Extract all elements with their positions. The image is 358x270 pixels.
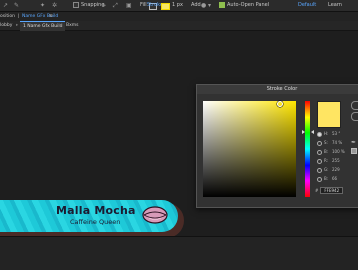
auto-open-label: Auto-Open Panel	[227, 2, 270, 8]
field-r-value[interactable]: 255	[332, 158, 340, 163]
workspace-learn-tab[interactable]: Learn	[328, 0, 342, 11]
comp-nav-next[interactable]: Bxms	[66, 21, 78, 30]
eyedropper-icon[interactable]: ✒	[351, 139, 356, 146]
panel-separator: |	[18, 14, 20, 19]
composition-navigator: lobby ▸ 1 Name Gfx Build ▸ Bxms	[0, 21, 358, 31]
hex-prefix: #	[315, 188, 319, 193]
field-h[interactable]: H: 53 °	[317, 131, 340, 137]
radio-b[interactable]	[317, 149, 322, 155]
radio-r[interactable]	[317, 158, 322, 164]
field-r-label: R:	[324, 158, 329, 163]
stroke-swatch[interactable]	[161, 3, 170, 10]
hue-slider-right-arrow[interactable]	[311, 130, 314, 134]
field-b-label: B:	[324, 149, 329, 154]
ok-button[interactable]	[351, 101, 358, 110]
field-s-value[interactable]: 74 %	[332, 140, 342, 145]
radio-b2[interactable]	[317, 176, 322, 182]
field-g[interactable]: G: 229	[317, 167, 340, 173]
field-s-label: S:	[324, 140, 328, 145]
field-h-value[interactable]: 53 °	[332, 131, 340, 136]
fill-options-icon[interactable]: ▣	[126, 0, 132, 11]
top-toolbar: ↗ ✎ ✦ ✲ Snapping ⤳ ⤢ ▣ Fill Stroke 1 px …	[0, 0, 358, 12]
stroke-color-dialog: Stroke Color ✒ H: 53 ° S: 74 % B: 100 % R: 2…	[196, 84, 358, 208]
comp-nav-arrow-icon: ▸	[16, 23, 19, 28]
new-color-swatch	[317, 101, 341, 128]
hue-slider[interactable]	[305, 101, 310, 197]
panel-title: osition	[0, 14, 15, 19]
field-s[interactable]: S: 74 %	[317, 140, 342, 146]
field-b-value[interactable]: 100 %	[332, 149, 345, 154]
lower-third-name: Malla Mocha	[56, 204, 136, 217]
lips-icon	[142, 206, 168, 224]
snap-options-icon[interactable]: ⤢	[113, 0, 118, 11]
stroke-width-value[interactable]: 1 px	[172, 0, 183, 11]
fill-label[interactable]: Fill	[140, 0, 147, 11]
comp-nav-active[interactable]: 1 Name Gfx Build	[20, 21, 66, 31]
hex-input[interactable]: FFE942	[320, 187, 344, 194]
field-g-value[interactable]: 229	[332, 167, 340, 172]
radio-s[interactable]	[317, 140, 322, 146]
hex-row: # FFE942	[315, 187, 344, 194]
lower-third-graphic[interactable]: Malla Mocha Caffeine Queen	[0, 200, 184, 238]
add-dropdown-icon[interactable]: ▾	[208, 0, 211, 11]
workspace-default-tab[interactable]: Default	[298, 0, 316, 11]
field-b[interactable]: B: 100 %	[317, 149, 345, 155]
field-b2-value[interactable]: 66	[332, 176, 337, 181]
puppet-tool-icon[interactable]: ✦	[40, 0, 45, 11]
field-r[interactable]: R: 255	[317, 158, 340, 164]
add-label[interactable]: Add	[191, 0, 201, 11]
pin-tool-icon[interactable]: ✲	[52, 0, 57, 11]
only-web-colors-checkbox[interactable]	[351, 148, 357, 154]
field-b2[interactable]: B: 66	[317, 176, 337, 182]
comp-nav-arrow2-icon: ▸	[60, 23, 63, 28]
auto-open-checkbox[interactable]	[219, 1, 225, 8]
radio-h[interactable]	[317, 131, 322, 137]
selection-tool-icon[interactable]: ↗	[3, 0, 8, 11]
field-g-label: G:	[324, 167, 329, 172]
color-field-marker[interactable]	[277, 101, 283, 107]
color-field[interactable]	[203, 101, 296, 197]
hue-slider-left-arrow[interactable]	[302, 130, 305, 134]
panel-menu-icon[interactable]: ≡	[49, 12, 53, 21]
comp-nav-prefix[interactable]: lobby	[0, 21, 12, 30]
field-h-label: H:	[324, 131, 329, 136]
radio-g[interactable]	[317, 167, 322, 173]
snapping-toggle[interactable]: Snapping	[73, 0, 105, 11]
timeline-panel[interactable]	[0, 236, 358, 270]
snap-icon[interactable]: ⤳	[101, 0, 106, 11]
add-shape-icon[interactable]: ●	[201, 0, 206, 11]
pen-tool-icon[interactable]: ✎	[14, 0, 19, 11]
lower-third-subtitle: Caffeine Queen	[70, 218, 121, 226]
field-b2-label: B:	[324, 176, 329, 181]
dialog-title: Stroke Color	[197, 85, 358, 94]
cancel-button[interactable]	[351, 112, 358, 121]
auto-open-toggle[interactable]: Auto-Open Panel	[219, 0, 269, 11]
snapping-checkbox[interactable]	[73, 1, 79, 8]
